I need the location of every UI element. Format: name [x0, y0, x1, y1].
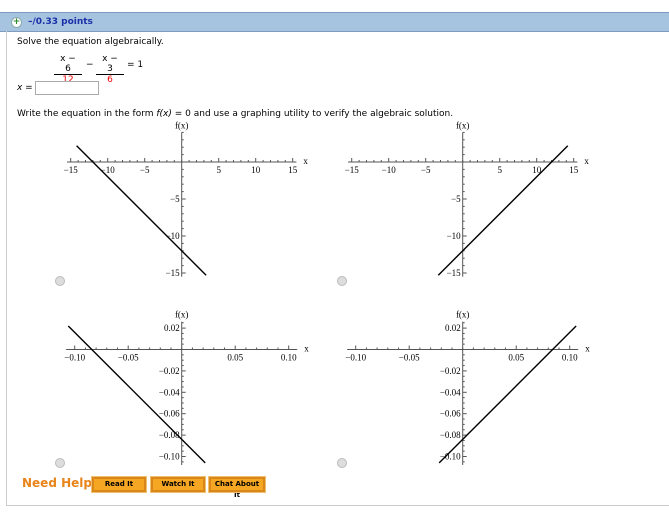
chart-3-x-label: x [304, 344, 309, 354]
chart-4-y-tick-label: −0.04 [440, 387, 461, 397]
radio-option-1[interactable] [55, 276, 65, 286]
chart-3-x-tick-label: −0.10 [64, 353, 85, 363]
chart-1-x-tick-label: 15 [288, 165, 298, 175]
chart-4-x-tick-label: 0.10 [562, 353, 578, 363]
chart-1-x-tick-label: −15 [64, 165, 79, 175]
chart-4-x-tick-label: −0.05 [399, 353, 420, 363]
chart-1-y-tick-label: −5 [170, 194, 180, 204]
chart-4-x-tick-label: 0.05 [508, 353, 524, 363]
chart-1-y-tick-label: −15 [166, 268, 181, 278]
read-it-button[interactable]: Read It [91, 476, 147, 493]
chart-4-y-tick-label: −0.02 [440, 366, 461, 376]
radio-option-2[interactable] [337, 276, 347, 286]
chart-3-x-tick-label: 0.05 [227, 353, 243, 363]
chart-2-y-tick-label: −5 [451, 194, 461, 204]
chart-3-y-tick-label: −0.04 [159, 387, 180, 397]
radio-option-4[interactable] [337, 458, 347, 468]
chart-2-x-tick-label: −15 [345, 165, 360, 175]
chart-4-y-tick-label: −0.06 [440, 409, 461, 419]
radio-option-3[interactable] [55, 458, 65, 468]
chart-2-y-tick-label: −10 [447, 231, 462, 241]
chart-1-x-tick-label: 10 [251, 165, 261, 175]
graphs: −15 −10 −5 5 10 15−5−10−15xf(x)−15 −10 −5 5 10 15−… [64, 120, 590, 466]
chart-4-x-label: x [585, 344, 590, 354]
chart-4-x-tick-label: −0.10 [345, 353, 366, 363]
chart-4-y-tick-label: −0.10 [440, 452, 461, 462]
chart-1-x-tick-label: −10 [101, 165, 116, 175]
need-help-label: Need Help? [22, 476, 99, 490]
chart-3-x-tick-label: −0.05 [118, 353, 139, 363]
chart-3-y-tick-label: 0.02 [164, 323, 180, 333]
chart-4-y-tick-label: 0.02 [445, 323, 461, 333]
chart-3-y-tick-label: −0.10 [159, 452, 180, 462]
chart-2-x-tick-label: 15 [569, 165, 579, 175]
chat-about-it-button[interactable]: Chat About It [208, 476, 266, 499]
watch-it-button[interactable]: Watch It [150, 476, 206, 493]
chart-1-x-tick-label: 5 [216, 165, 221, 175]
chart-1-x-label: x [303, 156, 308, 166]
chart-3-y-tick-label: −0.02 [159, 366, 180, 376]
chart-4-y-tick-label: −0.08 [440, 430, 461, 440]
chart-3-x-tick-label: 0.10 [281, 353, 297, 363]
chart-2-x-label: x [584, 156, 589, 166]
chart-2-x-tick-label: 5 [497, 165, 502, 175]
chart-4-y-label: f(x) [456, 310, 470, 320]
chart-1-y-label: f(x) [175, 120, 189, 130]
chart-3-y-tick-label: −0.06 [159, 409, 180, 419]
chart-3-function-line [67, 325, 206, 464]
chart-2-x-tick-label: −10 [382, 165, 397, 175]
chart-2-function-line [437, 145, 569, 276]
chart-2-y-label: f(x) [456, 120, 470, 130]
chart-2-x-tick-label: −5 [421, 165, 431, 175]
chart-3-y-label: f(x) [175, 310, 189, 320]
chart-2-y-tick-label: −15 [447, 268, 462, 278]
chart-1-x-tick-label: −5 [140, 165, 150, 175]
